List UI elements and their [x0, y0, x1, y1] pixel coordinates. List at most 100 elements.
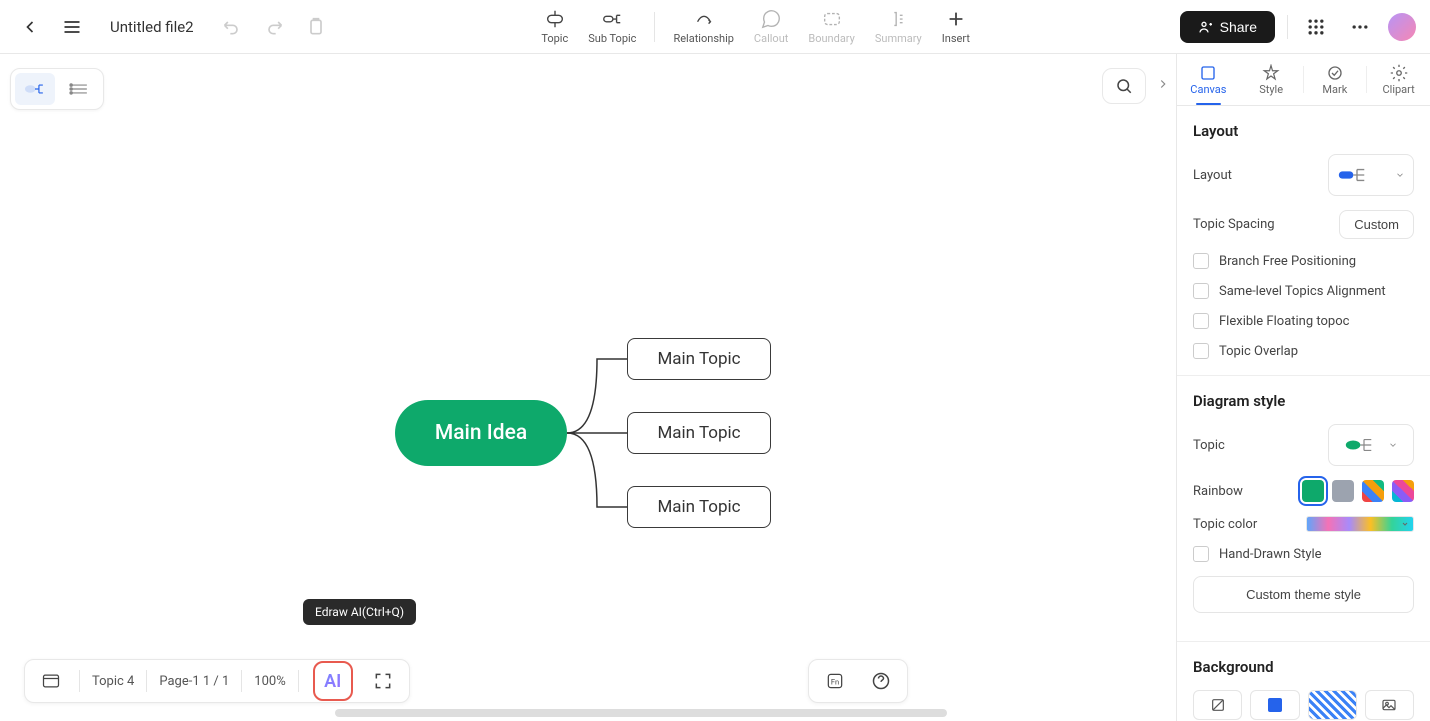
connector-lines — [567, 336, 627, 531]
tab-canvas[interactable]: Canvas — [1177, 54, 1240, 105]
back-button[interactable] — [14, 11, 46, 43]
callout-tool: Callout — [744, 4, 798, 49]
horizontal-scrollbar[interactable] — [335, 709, 947, 717]
menu-button[interactable] — [56, 11, 88, 43]
hand-drawn-label: Hand-Drawn Style — [1219, 547, 1322, 562]
view-toggle — [10, 68, 104, 110]
rainbow-swatch-multi2[interactable] — [1392, 480, 1414, 502]
separator — [298, 670, 299, 692]
undo-button[interactable] — [216, 11, 248, 43]
custom-spacing-button[interactable]: Custom — [1339, 210, 1414, 239]
boundary-tool: Boundary — [798, 4, 864, 49]
separator — [654, 12, 655, 42]
custom-theme-button[interactable]: Custom theme style — [1193, 576, 1414, 613]
boundary-label: Boundary — [808, 32, 854, 45]
bg-option-image[interactable] — [1365, 690, 1414, 720]
topic-count: Topic 4 — [92, 674, 134, 689]
sub-topic-label: Sub Topic — [588, 32, 636, 45]
bg-option-pattern[interactable] — [1308, 690, 1357, 720]
share-label: Share — [1220, 19, 1257, 35]
map-view-button[interactable] — [35, 665, 67, 697]
svg-text:Fn: Fn — [831, 677, 839, 686]
rainbow-label: Rainbow — [1193, 484, 1243, 499]
topic-color-select[interactable] — [1306, 516, 1414, 532]
diagram-section-title: Diagram style — [1193, 392, 1414, 410]
separator — [1287, 15, 1288, 39]
outline-view-button[interactable] — [59, 73, 99, 105]
tab-canvas-label: Canvas — [1190, 83, 1226, 96]
overlap-label: Topic Overlap — [1219, 344, 1298, 359]
rainbow-swatch-gray[interactable] — [1332, 480, 1354, 502]
help-button[interactable] — [865, 665, 897, 697]
divider — [1177, 641, 1430, 642]
topic-node-2[interactable]: Main Topic — [627, 412, 771, 454]
sub-topic-tool[interactable]: Sub Topic — [578, 4, 646, 49]
tab-style-label: Style — [1259, 83, 1283, 96]
bottom-toolbar: Topic 4 Page-1 1 / 1 100% AI — [24, 659, 410, 703]
background-section-title: Background — [1193, 658, 1414, 676]
checkbox-icon — [1193, 283, 1209, 299]
more-button[interactable] — [1344, 11, 1376, 43]
spacing-label: Topic Spacing — [1193, 217, 1275, 232]
page-info[interactable]: Page-1 1 / 1 — [159, 674, 229, 689]
collapse-panel-button[interactable] — [1156, 76, 1170, 95]
checkbox-icon — [1193, 343, 1209, 359]
option-flexible[interactable]: Flexible Floating topoc — [1193, 313, 1414, 329]
flexible-label: Flexible Floating topoc — [1219, 314, 1349, 329]
topic-tool[interactable]: Topic — [531, 4, 578, 49]
branch-free-label: Branch Free Positioning — [1219, 254, 1356, 269]
option-branch-free[interactable]: Branch Free Positioning — [1193, 253, 1414, 269]
checkbox-icon — [1193, 253, 1209, 269]
topic-color-label: Topic color — [1193, 517, 1257, 532]
right-panel: Canvas Style Mark Clipart Layout Layout — [1176, 54, 1430, 721]
topic-style-label: Topic — [1193, 438, 1225, 453]
topic-label: Topic — [541, 32, 568, 45]
main-idea-node[interactable]: Main Idea — [395, 400, 567, 466]
topic-node-3[interactable]: Main Topic — [627, 486, 771, 528]
same-level-label: Same-level Topics Alignment — [1219, 284, 1386, 299]
insert-tool[interactable]: Insert — [932, 4, 980, 49]
layout-label: Layout — [1193, 168, 1232, 183]
option-same-level[interactable]: Same-level Topics Alignment — [1193, 283, 1414, 299]
option-hand-drawn[interactable]: Hand-Drawn Style — [1193, 546, 1414, 562]
ai-tooltip: Edraw AI(Ctrl+Q) — [303, 599, 416, 625]
checkbox-icon — [1193, 546, 1209, 562]
tab-clipart[interactable]: Clipart — [1367, 54, 1430, 105]
topic-style-select[interactable] — [1328, 424, 1414, 466]
callout-label: Callout — [754, 32, 788, 45]
relationship-tool[interactable]: Relationship — [663, 4, 743, 49]
rainbow-swatch-multi1[interactable] — [1362, 480, 1384, 502]
separator — [79, 670, 80, 692]
tab-clipart-label: Clipart — [1382, 83, 1414, 96]
bg-option-none[interactable] — [1193, 690, 1242, 720]
rainbow-swatch-green[interactable] — [1302, 480, 1324, 502]
share-button[interactable]: Share — [1180, 11, 1275, 43]
file-name[interactable]: Untitled file2 — [104, 14, 200, 40]
zoom-level[interactable]: 100% — [254, 674, 285, 689]
paste-button[interactable] — [300, 11, 332, 43]
search-button[interactable] — [1102, 68, 1146, 104]
ai-button[interactable]: AI — [313, 661, 353, 701]
fullscreen-button[interactable] — [367, 665, 399, 697]
separator — [146, 670, 147, 692]
relationship-label: Relationship — [673, 32, 733, 45]
canvas-area[interactable]: Main Idea Main Topic Main Topic Main Top… — [0, 54, 1176, 721]
apps-button[interactable] — [1300, 11, 1332, 43]
tab-style[interactable]: Style — [1240, 54, 1303, 105]
layout-select[interactable] — [1328, 154, 1414, 196]
topic-node-1[interactable]: Main Topic — [627, 338, 771, 380]
option-overlap[interactable]: Topic Overlap — [1193, 343, 1414, 359]
redo-button[interactable] — [258, 11, 290, 43]
checkbox-icon — [1193, 313, 1209, 329]
mindmap-view-button[interactable] — [15, 73, 55, 105]
insert-label: Insert — [942, 32, 970, 45]
separator — [241, 670, 242, 692]
tab-mark-label: Mark — [1322, 83, 1347, 96]
user-avatar[interactable] — [1388, 13, 1416, 41]
divider — [1177, 375, 1430, 376]
function-button[interactable]: Fn — [819, 665, 851, 697]
summary-tool: Summary — [865, 4, 932, 49]
summary-label: Summary — [875, 32, 922, 45]
tab-mark[interactable]: Mark — [1304, 54, 1367, 105]
bg-option-solid[interactable] — [1250, 690, 1299, 720]
